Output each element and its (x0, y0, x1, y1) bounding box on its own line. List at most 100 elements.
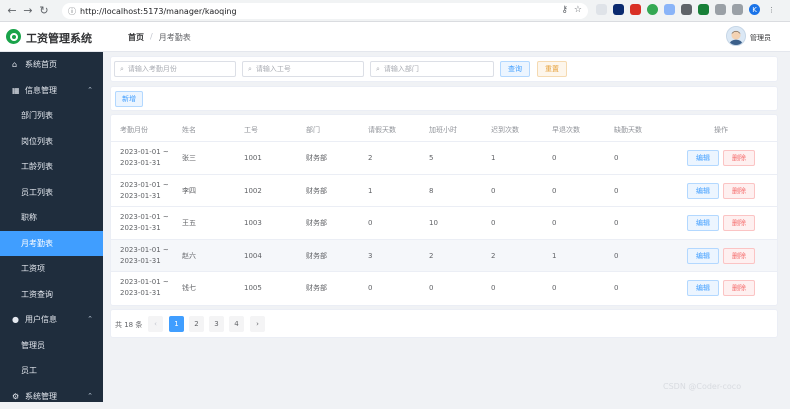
sidebar-item-departments[interactable]: 部门列表 (0, 103, 103, 129)
sidebar-item-label: 系统管理 (25, 391, 57, 402)
edit-button[interactable]: 编辑 (687, 150, 719, 166)
col-header-leave: 请假天数 (368, 125, 396, 135)
empno-search-input[interactable]: ⌕ 请输入工号 (242, 61, 364, 77)
chevron-up-icon: ⌃ (87, 392, 93, 400)
search-card: ⌕ 请输入考勤月份 ⌕ 请输入工号 ⌕ 请输入部门 查询 重置 (110, 56, 778, 82)
cell-early: 0 (552, 283, 556, 294)
menu-dots-icon[interactable]: ⋮ (766, 4, 777, 15)
delete-button[interactable]: 删除 (723, 183, 755, 199)
sidebar-item-salary-items[interactable]: 工资项 (0, 256, 103, 282)
col-header-dept: 部门 (306, 125, 320, 135)
back-icon[interactable]: ← (4, 3, 20, 19)
col-header-month: 考勤月份 (120, 125, 148, 135)
sidebar-item-label: 管理员 (21, 340, 45, 351)
sidebar-item-label: 职称 (21, 212, 37, 223)
delete-button[interactable]: 删除 (723, 280, 755, 296)
dept-search-input[interactable]: ⌕ 请输入部门 (370, 61, 494, 77)
extension-icon[interactable] (596, 4, 607, 15)
cell-leave: 0 (368, 218, 372, 229)
delete-button[interactable]: 删除 (723, 150, 755, 166)
edit-button[interactable]: 编辑 (687, 248, 719, 264)
sidebar-item-label: 工龄列表 (21, 161, 53, 172)
col-header-late: 迟到次数 (491, 125, 519, 135)
sidebar-group-info[interactable]: ▦ 信息管理 ⌃ (0, 78, 103, 104)
avatar-image (727, 26, 745, 46)
key-icon[interactable]: ⚷ (561, 5, 568, 15)
sidebar-item-admins[interactable]: 管理员 (0, 333, 103, 359)
extension-icon[interactable] (613, 4, 624, 15)
cell-early: 1 (552, 251, 556, 262)
sidebar-item-seniority[interactable]: 工龄列表 (0, 154, 103, 180)
app-logo (6, 29, 21, 44)
address-bar[interactable]: ⓘ http://localhost:5173/manager/kaoqing … (62, 3, 588, 19)
query-button[interactable]: 查询 (500, 61, 530, 77)
sidebar-item-salary-query[interactable]: 工资查询 (0, 282, 103, 308)
page-button-1[interactable]: 1 (169, 316, 184, 332)
cell-late: 0 (491, 218, 495, 229)
cell-month-end: 2023-01-31 (120, 223, 161, 234)
sidepanel-icon[interactable] (732, 4, 743, 15)
star-icon[interactable]: ☆ (574, 5, 582, 15)
extension-icon[interactable] (681, 4, 692, 15)
extension-icon[interactable] (647, 4, 658, 15)
cell-leave: 3 (368, 251, 372, 262)
forward-icon[interactable]: → (20, 3, 36, 19)
page-button-3[interactable]: 3 (209, 316, 224, 332)
cell-name: 李四 (182, 186, 196, 197)
edit-button[interactable]: 编辑 (687, 280, 719, 296)
breadcrumb-home[interactable]: 首页 (128, 32, 144, 43)
breadcrumb: 首页 / 月考勤表 (128, 32, 191, 43)
table-row: 2023-01-01 ~ 2023-01-31 赵六 1004 财务部 3 2 … (111, 239, 777, 272)
col-header-early: 早退次数 (552, 125, 580, 135)
edit-button[interactable]: 编辑 (687, 183, 719, 199)
sidebar-item-label: 员工 (21, 365, 37, 376)
next-page-button[interactable]: › (250, 316, 265, 332)
sidebar-item-attendance[interactable]: 月考勤表 (0, 231, 103, 257)
avatar[interactable] (726, 26, 746, 46)
col-header-name: 姓名 (182, 125, 196, 135)
sidebar-item-positions[interactable]: 岗位列表 (0, 129, 103, 155)
extension-icon[interactable] (698, 4, 709, 15)
url-text: http://localhost:5173/manager/kaoqing (80, 7, 237, 16)
puzzle-icon[interactable] (715, 4, 726, 15)
cell-leave: 0 (368, 283, 372, 294)
cell-early: 0 (552, 153, 556, 164)
user-name[interactable]: 管理员 (750, 33, 771, 43)
month-search-placeholder: 请输入考勤月份 (128, 64, 177, 74)
sidebar-item-label: 信息管理 (25, 85, 57, 96)
reset-button[interactable]: 重置 (537, 61, 567, 77)
sidebar-group-system[interactable]: ⚙ 系统管理 ⌃ (0, 384, 103, 409)
prev-page-button[interactable]: ‹ (148, 316, 163, 332)
search-icon: ⌕ (120, 65, 124, 74)
sidebar-item-titles[interactable]: 职称 (0, 205, 103, 231)
sidebar-item-staff[interactable]: 员工 (0, 358, 103, 384)
cell-month-start: 2023-01-01 ~ (120, 277, 169, 288)
cell-month-end: 2023-01-31 (120, 256, 161, 267)
month-search-input[interactable]: ⌕ 请输入考勤月份 (114, 61, 236, 77)
sidebar-group-users[interactable]: ● 用户信息 ⌃ (0, 307, 103, 333)
extension-icon[interactable] (664, 4, 675, 15)
add-button[interactable]: 新增 (115, 91, 143, 107)
delete-button[interactable]: 删除 (723, 215, 755, 231)
col-header-actions: 操作 (714, 125, 728, 135)
sidebar-item-label: 岗位列表 (21, 136, 53, 147)
cell-month-start: 2023-01-01 ~ (120, 180, 169, 191)
extension-icon[interactable] (630, 4, 641, 15)
app-title: 工资管理系统 (26, 30, 92, 46)
sidebar-item-employees[interactable]: 员工列表 (0, 180, 103, 206)
site-info-icon[interactable]: ⓘ (68, 6, 76, 17)
watermark: CSDN @Coder-coco (663, 382, 741, 391)
profile-icon[interactable]: K (749, 4, 760, 15)
edit-button[interactable]: 编辑 (687, 215, 719, 231)
cell-name: 赵六 (182, 251, 196, 262)
page-button-2[interactable]: 2 (189, 316, 204, 332)
table-row: 2023-01-01 ~ 2023-01-31 张三 1001 财务部 2 5 … (111, 141, 777, 174)
sidebar-item-home[interactable]: ⌂ 系统首页 (0, 52, 103, 78)
sidebar-item-label: 部门列表 (21, 110, 53, 121)
cell-leave: 2 (368, 153, 372, 164)
cell-overtime: 8 (429, 186, 433, 197)
sidebar-item-label: 月考勤表 (21, 238, 53, 249)
page-button-4[interactable]: 4 (229, 316, 244, 332)
delete-button[interactable]: 删除 (723, 248, 755, 264)
reload-icon[interactable]: ↻ (36, 3, 52, 19)
